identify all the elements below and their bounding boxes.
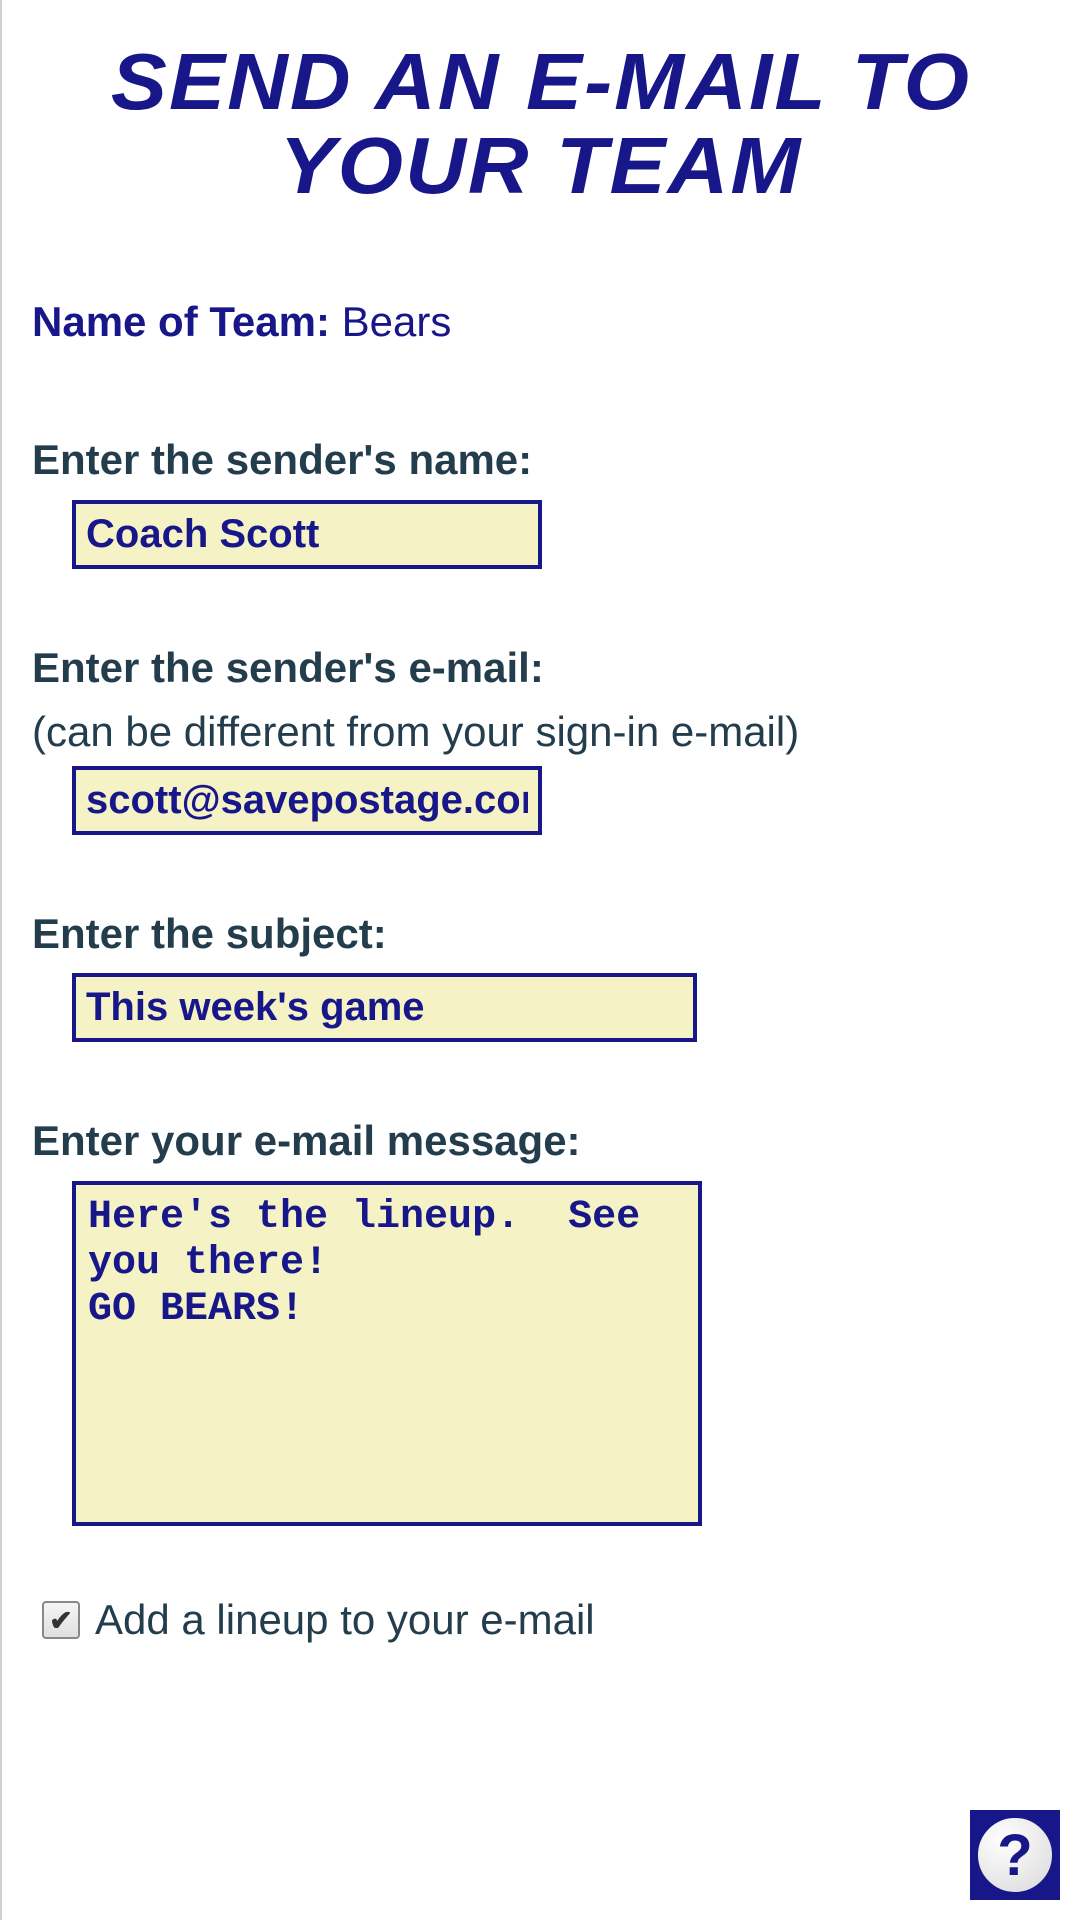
message-label: Enter your e-mail message: [32,1112,1050,1171]
subject-label: Enter the subject: [32,905,1050,964]
sender-email-group: Enter the sender's e-mail: (can be diffe… [32,639,1050,835]
page-title: Send an E-Mail to Your Team [7,40,1076,208]
sender-email-label: Enter the sender's e-mail: [32,639,1050,698]
add-lineup-checkbox[interactable]: ✔ [42,1601,80,1639]
add-lineup-label: Add a lineup to your e-mail [95,1596,595,1644]
team-name-value: Bears [342,298,452,345]
email-form-container: Send an E-Mail to Your Team Name of Team… [0,0,1080,1920]
message-group: Enter your e-mail message: Here's the li… [32,1112,1050,1526]
sender-email-sublabel: (can be different from your sign-in e-ma… [32,708,1050,756]
team-name-line: Name of Team: Bears [32,298,1050,346]
help-icon: ? [975,1815,1055,1895]
sender-name-group: Enter the sender's name: [32,431,1050,569]
sender-name-input[interactable] [72,500,542,569]
team-name-label: Name of Team: [32,298,342,345]
help-button[interactable]: ? [970,1810,1060,1900]
checkmark-icon: ✔ [49,1604,72,1637]
sender-name-label: Enter the sender's name: [32,431,1050,490]
message-textarea[interactable]: Here's the lineup. See you there! GO BEA… [72,1181,702,1526]
question-mark-icon: ? [997,1822,1032,1889]
subject-group: Enter the subject: [32,905,1050,1043]
add-lineup-row[interactable]: ✔ Add a lineup to your e-mail [42,1596,1050,1644]
subject-input[interactable] [72,973,697,1042]
sender-email-input[interactable] [72,766,542,835]
